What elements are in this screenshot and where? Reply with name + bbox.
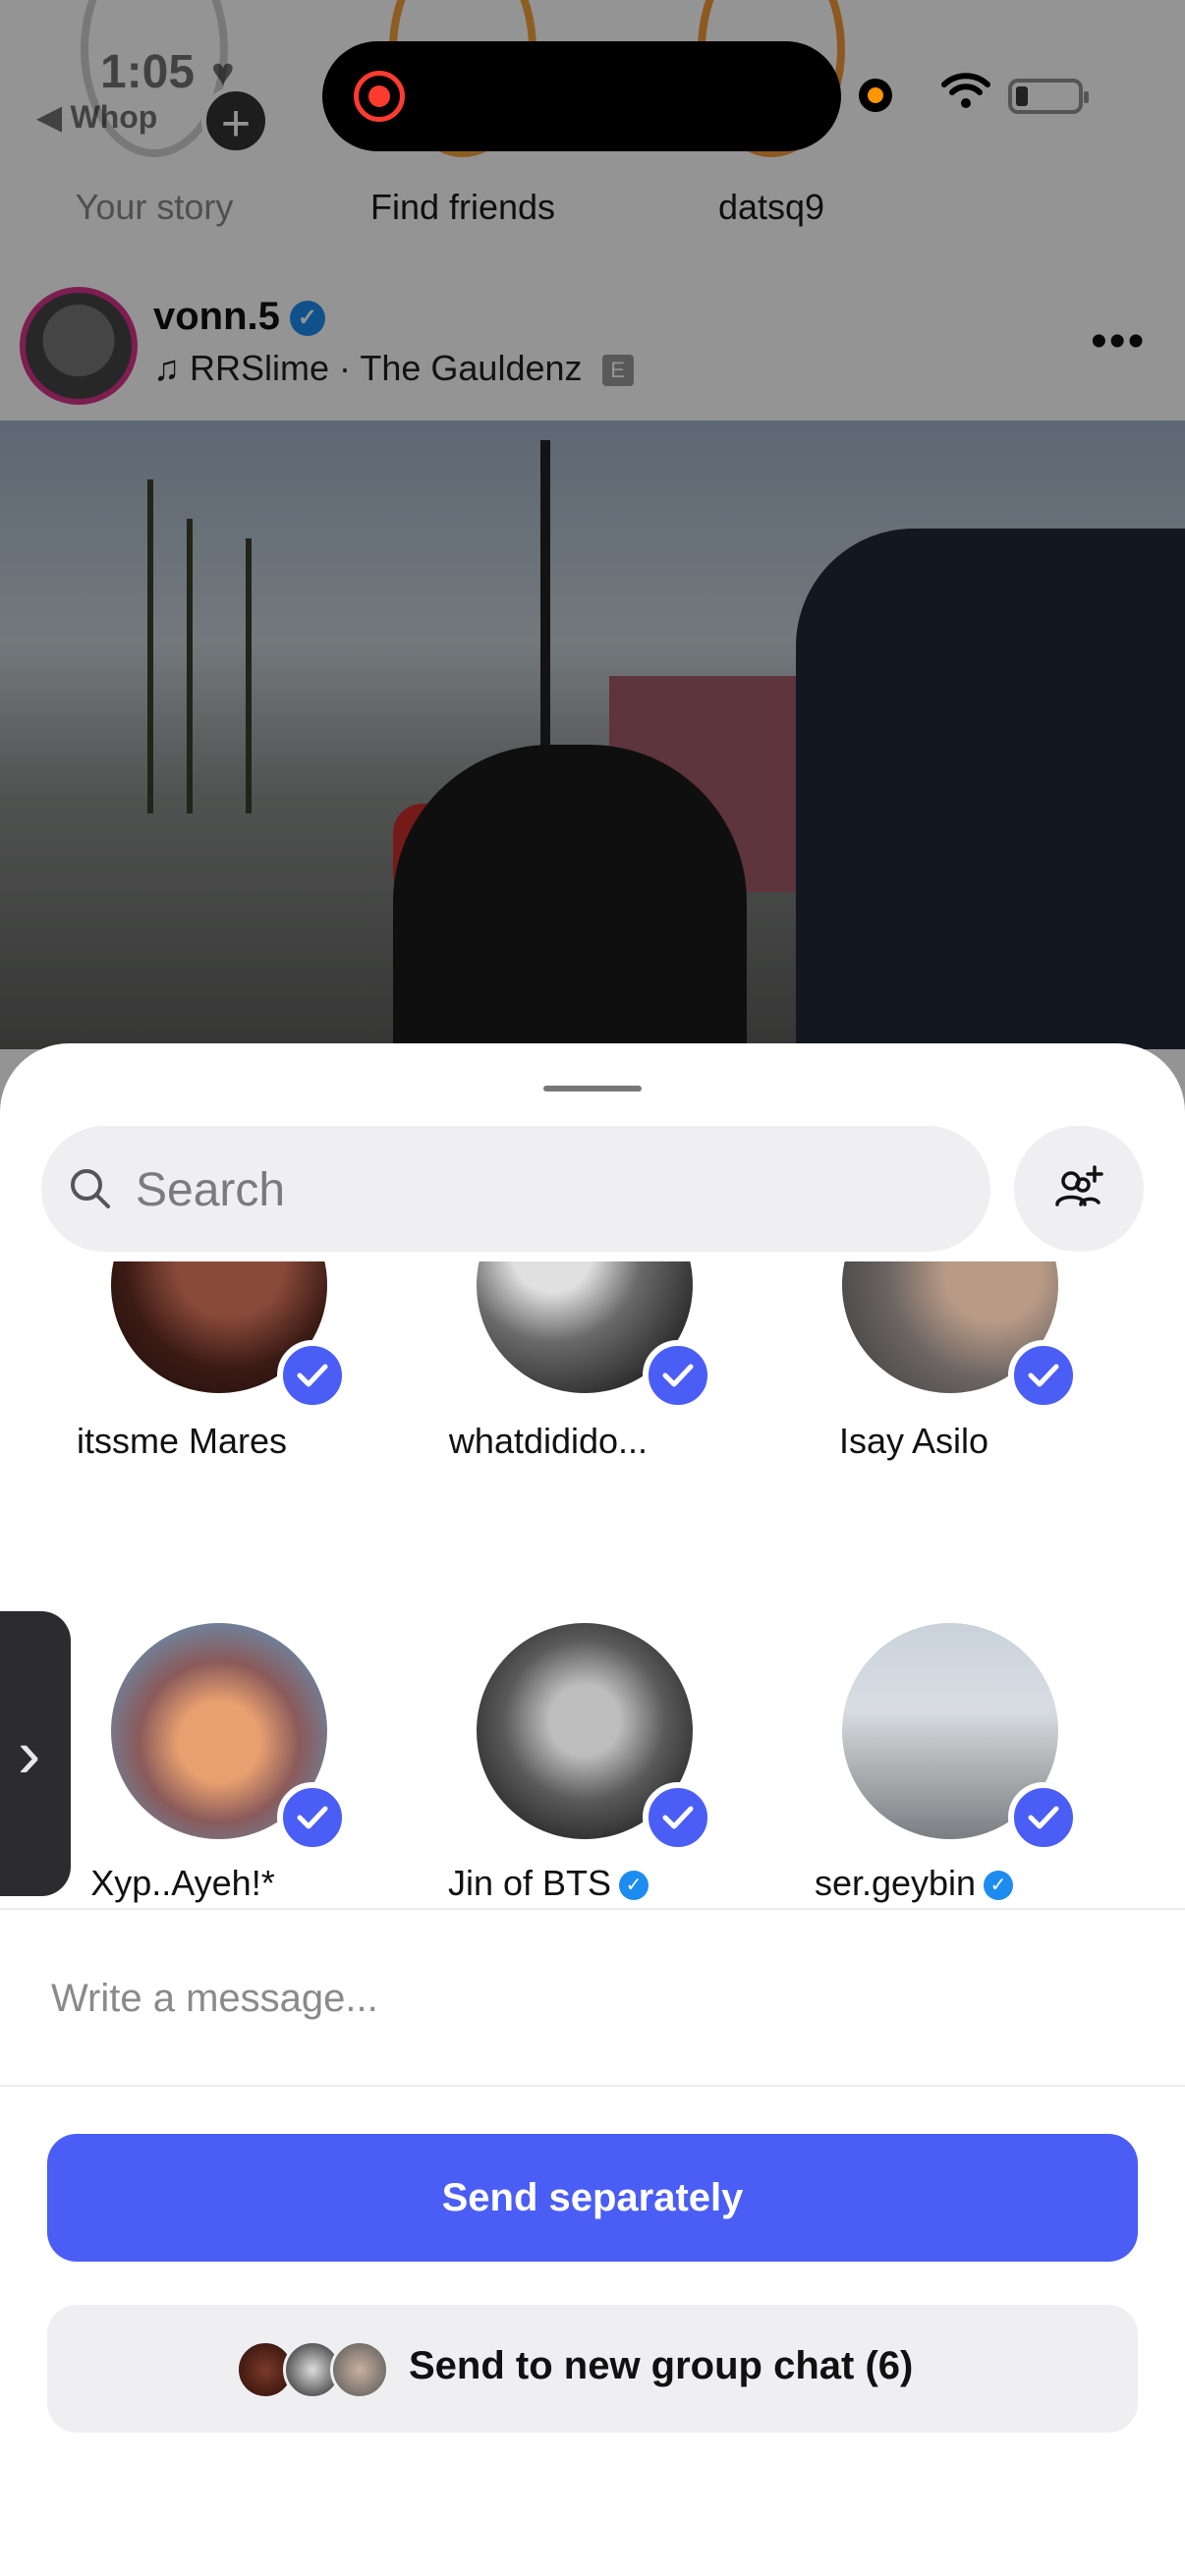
divider (0, 2085, 1185, 2087)
recipient-item[interactable]: Jin of BTS ✓ (366, 1623, 731, 1903)
verified-icon: ✓ (984, 1871, 1014, 1901)
dynamic-island (322, 41, 841, 151)
camera-indicator-icon (859, 79, 892, 112)
send-separately-button[interactable]: Send separately (47, 2134, 1138, 2262)
screen-recording-icon (354, 71, 405, 122)
selected-check-icon (1008, 1782, 1079, 1853)
selected-check-icon (277, 1782, 348, 1853)
recipient-item[interactable]: Isay Asilo (731, 1261, 1097, 1517)
recipient-item[interactable]: ser.geybin ✓ (731, 1623, 1097, 1903)
search-placeholder: Search (136, 1164, 286, 1216)
side-panel-handle[interactable]: › (0, 1611, 71, 1896)
message-input[interactable]: Write a message... (51, 1977, 378, 2021)
heart-icon: ♥ (211, 51, 235, 94)
add-people-button[interactable] (1014, 1126, 1144, 1252)
recipient-name: ser.geybin ✓ (687, 1863, 1141, 1904)
search-input[interactable]: Search (41, 1126, 990, 1252)
recipient-name: Isay Asilo (838, 1421, 989, 1461)
search-icon (71, 1169, 110, 1208)
mini-avatar (330, 2340, 389, 2399)
status-time: 1:05 (100, 46, 196, 98)
back-to-app-link[interactable]: ◀ Whop (37, 98, 157, 136)
selected-check-icon (277, 1340, 348, 1411)
selected-check-icon (643, 1782, 713, 1853)
chevron-right-icon: › (18, 1715, 41, 1792)
recipient-grid: itssme Mares whatdidido... Isay Asilo Xy… (0, 1261, 1185, 1949)
share-sheet: Search itssme Mares whatdidido... Isay A… (0, 1043, 1185, 2576)
recipient-item[interactable]: itssme Mares (0, 1261, 366, 1517)
selected-check-icon (643, 1340, 713, 1411)
recipient-item[interactable]: whatdidido... (366, 1261, 731, 1517)
wifi-icon (941, 73, 990, 108)
send-group-chat-button[interactable]: Send to new group chat (6) (47, 2305, 1138, 2433)
recipient-name-text: ser.geybin (814, 1863, 977, 1903)
group-avatars (236, 2340, 393, 2399)
add-people-icon (1055, 1165, 1103, 1206)
verified-icon: ✓ (619, 1871, 649, 1901)
sheet-grabber[interactable] (543, 1086, 642, 1092)
divider (0, 1908, 1185, 1910)
send-group-chat-label: Send to new group chat (6) (409, 2344, 914, 2387)
selected-check-icon (1008, 1340, 1079, 1411)
battery-icon (1008, 79, 1089, 114)
recipient-name-text: Jin of BTS (447, 1863, 612, 1903)
